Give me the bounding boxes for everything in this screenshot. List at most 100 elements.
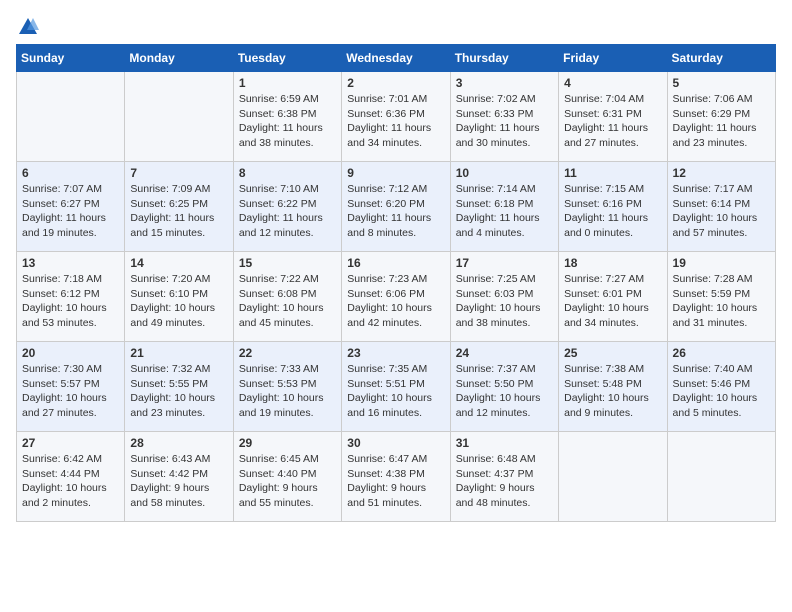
day-info: Sunrise: 7:23 AM Sunset: 6:06 PM Dayligh… bbox=[347, 272, 444, 331]
calendar-cell bbox=[125, 72, 233, 162]
day-number: 6 bbox=[22, 166, 119, 180]
calendar-cell: 3Sunrise: 7:02 AM Sunset: 6:33 PM Daylig… bbox=[450, 72, 558, 162]
calendar-cell: 25Sunrise: 7:38 AM Sunset: 5:48 PM Dayli… bbox=[559, 342, 667, 432]
day-number: 2 bbox=[347, 76, 444, 90]
day-info: Sunrise: 7:33 AM Sunset: 5:53 PM Dayligh… bbox=[239, 362, 336, 421]
calendar-cell: 31 Sunrise: 6:48 AM Sunset: 4:37 PM Dayli… bbox=[450, 432, 558, 522]
day-info: Sunrise: 7:06 AM Sunset: 6:29 PM Dayligh… bbox=[673, 92, 770, 151]
day-info: Sunrise: 7:40 AM Sunset: 5:46 PM Dayligh… bbox=[673, 362, 770, 421]
day-number: 8 bbox=[239, 166, 336, 180]
page-header bbox=[16, 16, 776, 34]
day-number: 15 bbox=[239, 256, 336, 270]
logo bbox=[16, 16, 40, 34]
day-info: Sunrise: 7:20 AM Sunset: 6:10 PM Dayligh… bbox=[130, 272, 227, 331]
logo-icon bbox=[17, 16, 39, 38]
calendar-cell bbox=[667, 432, 775, 522]
day-number: 22 bbox=[239, 346, 336, 360]
day-info: Sunrise: 7:12 AM Sunset: 6:20 PM Dayligh… bbox=[347, 182, 444, 241]
day-info: Sunrise: 7:07 AM Sunset: 6:27 PM Dayligh… bbox=[22, 182, 119, 241]
day-info: Sunrise: 6:59 AM Sunset: 6:38 PM Dayligh… bbox=[239, 92, 336, 151]
calendar-cell: 27 Sunrise: 6:42 AM Sunset: 4:44 PM Dayli… bbox=[17, 432, 125, 522]
day-info: Sunrise: 6:43 AM Sunset: 4:42 PM Dayligh… bbox=[130, 452, 227, 511]
day-info: Sunrise: 7:09 AM Sunset: 6:25 PM Dayligh… bbox=[130, 182, 227, 241]
day-info: Sunrise: 7:22 AM Sunset: 6:08 PM Dayligh… bbox=[239, 272, 336, 331]
day-info: Sunrise: 7:02 AM Sunset: 6:33 PM Dayligh… bbox=[456, 92, 553, 151]
day-number: 18 bbox=[564, 256, 661, 270]
day-number: 7 bbox=[130, 166, 227, 180]
calendar-cell: 17 Sunrise: 7:25 AM Sunset: 6:03 PM Dayli… bbox=[450, 252, 558, 342]
day-number: 31 bbox=[456, 436, 553, 450]
calendar-cell: 13 Sunrise: 7:18 AM Sunset: 6:12 PM Dayli… bbox=[17, 252, 125, 342]
day-number: 19 bbox=[673, 256, 770, 270]
day-info: Sunrise: 7:14 AM Sunset: 6:18 PM Dayligh… bbox=[456, 182, 553, 241]
calendar-cell bbox=[559, 432, 667, 522]
day-info: Sunrise: 7:25 AM Sunset: 6:03 PM Dayligh… bbox=[456, 272, 553, 331]
day-info: Sunrise: 6:45 AM Sunset: 4:40 PM Dayligh… bbox=[239, 452, 336, 511]
day-info: Sunrise: 7:04 AM Sunset: 6:31 PM Dayligh… bbox=[564, 92, 661, 151]
day-number: 1 bbox=[239, 76, 336, 90]
calendar-cell: 22 Sunrise: 7:33 AM Sunset: 5:53 PM Dayli… bbox=[233, 342, 341, 432]
calendar-cell bbox=[17, 72, 125, 162]
calendar-cell: 8 Sunrise: 7:10 AM Sunset: 6:22 PM Daylig… bbox=[233, 162, 341, 252]
calendar-body: 1 Sunrise: 6:59 AM Sunset: 6:38 PM Daylig… bbox=[17, 72, 776, 522]
day-info: Sunrise: 6:48 AM Sunset: 4:37 PM Dayligh… bbox=[456, 452, 553, 511]
day-number: 5 bbox=[673, 76, 770, 90]
calendar-cell: 28 Sunrise: 6:43 AM Sunset: 4:42 PM Dayli… bbox=[125, 432, 233, 522]
day-number: 11 bbox=[564, 166, 661, 180]
day-info: Sunrise: 7:37 AM Sunset: 5:50 PM Dayligh… bbox=[456, 362, 553, 421]
day-info: Sunrise: 7:10 AM Sunset: 6:22 PM Dayligh… bbox=[239, 182, 336, 241]
calendar-cell: 2 Sunrise: 7:01 AM Sunset: 6:36 PM Daylig… bbox=[342, 72, 450, 162]
calendar-cell: 11Sunrise: 7:15 AM Sunset: 6:16 PM Dayli… bbox=[559, 162, 667, 252]
calendar-cell: 24 Sunrise: 7:37 AM Sunset: 5:50 PM Dayli… bbox=[450, 342, 558, 432]
calendar-cell: 23Sunrise: 7:35 AM Sunset: 5:51 PM Dayli… bbox=[342, 342, 450, 432]
day-info: Sunrise: 7:30 AM Sunset: 5:57 PM Dayligh… bbox=[22, 362, 119, 421]
calendar-cell: 14 Sunrise: 7:20 AM Sunset: 6:10 PM Dayli… bbox=[125, 252, 233, 342]
weekday-header-tuesday: Tuesday bbox=[233, 45, 341, 72]
day-info: Sunrise: 7:18 AM Sunset: 6:12 PM Dayligh… bbox=[22, 272, 119, 331]
day-number: 13 bbox=[22, 256, 119, 270]
calendar-cell: 5 Sunrise: 7:06 AM Sunset: 6:29 PM Daylig… bbox=[667, 72, 775, 162]
calendar-cell: 26 Sunrise: 7:40 AM Sunset: 5:46 PM Dayli… bbox=[667, 342, 775, 432]
calendar-week-1: 6 Sunrise: 7:07 AM Sunset: 6:27 PM Daylig… bbox=[17, 162, 776, 252]
weekday-row: SundayMondayTuesdayWednesdayThursdayFrid… bbox=[17, 45, 776, 72]
day-info: Sunrise: 7:32 AM Sunset: 5:55 PM Dayligh… bbox=[130, 362, 227, 421]
day-number: 14 bbox=[130, 256, 227, 270]
calendar-table: SundayMondayTuesdayWednesdayThursdayFrid… bbox=[16, 44, 776, 522]
weekday-header-friday: Friday bbox=[559, 45, 667, 72]
day-number: 20 bbox=[22, 346, 119, 360]
weekday-header-saturday: Saturday bbox=[667, 45, 775, 72]
calendar-cell: 10 Sunrise: 7:14 AM Sunset: 6:18 PM Dayli… bbox=[450, 162, 558, 252]
day-info: Sunrise: 6:42 AM Sunset: 4:44 PM Dayligh… bbox=[22, 452, 119, 511]
day-info: Sunrise: 7:17 AM Sunset: 6:14 PM Dayligh… bbox=[673, 182, 770, 241]
day-number: 17 bbox=[456, 256, 553, 270]
weekday-header-thursday: Thursday bbox=[450, 45, 558, 72]
day-number: 16 bbox=[347, 256, 444, 270]
day-number: 10 bbox=[456, 166, 553, 180]
calendar-cell: 15 Sunrise: 7:22 AM Sunset: 6:08 PM Dayli… bbox=[233, 252, 341, 342]
day-number: 25 bbox=[564, 346, 661, 360]
calendar-header: SundayMondayTuesdayWednesdayThursdayFrid… bbox=[17, 45, 776, 72]
day-number: 26 bbox=[673, 346, 770, 360]
weekday-header-sunday: Sunday bbox=[17, 45, 125, 72]
day-number: 30 bbox=[347, 436, 444, 450]
calendar-cell: 18Sunrise: 7:27 AM Sunset: 6:01 PM Dayli… bbox=[559, 252, 667, 342]
calendar-cell: 7 Sunrise: 7:09 AM Sunset: 6:25 PM Daylig… bbox=[125, 162, 233, 252]
calendar-cell: 19 Sunrise: 7:28 AM Sunset: 5:59 PM Dayli… bbox=[667, 252, 775, 342]
day-info: Sunrise: 7:28 AM Sunset: 5:59 PM Dayligh… bbox=[673, 272, 770, 331]
calendar-week-2: 13 Sunrise: 7:18 AM Sunset: 6:12 PM Dayli… bbox=[17, 252, 776, 342]
day-number: 23 bbox=[347, 346, 444, 360]
day-number: 4 bbox=[564, 76, 661, 90]
day-number: 28 bbox=[130, 436, 227, 450]
day-number: 24 bbox=[456, 346, 553, 360]
calendar-cell: 1 Sunrise: 6:59 AM Sunset: 6:38 PM Daylig… bbox=[233, 72, 341, 162]
calendar-week-3: 20 Sunrise: 7:30 AM Sunset: 5:57 PM Dayli… bbox=[17, 342, 776, 432]
day-number: 27 bbox=[22, 436, 119, 450]
calendar-cell: 9Sunrise: 7:12 AM Sunset: 6:20 PM Daylig… bbox=[342, 162, 450, 252]
day-number: 29 bbox=[239, 436, 336, 450]
calendar-week-4: 27 Sunrise: 6:42 AM Sunset: 4:44 PM Dayli… bbox=[17, 432, 776, 522]
calendar-cell: 29 Sunrise: 6:45 AM Sunset: 4:40 PM Dayli… bbox=[233, 432, 341, 522]
day-info: Sunrise: 7:01 AM Sunset: 6:36 PM Dayligh… bbox=[347, 92, 444, 151]
calendar-week-0: 1 Sunrise: 6:59 AM Sunset: 6:38 PM Daylig… bbox=[17, 72, 776, 162]
day-number: 12 bbox=[673, 166, 770, 180]
calendar-cell: 21Sunrise: 7:32 AM Sunset: 5:55 PM Dayli… bbox=[125, 342, 233, 432]
